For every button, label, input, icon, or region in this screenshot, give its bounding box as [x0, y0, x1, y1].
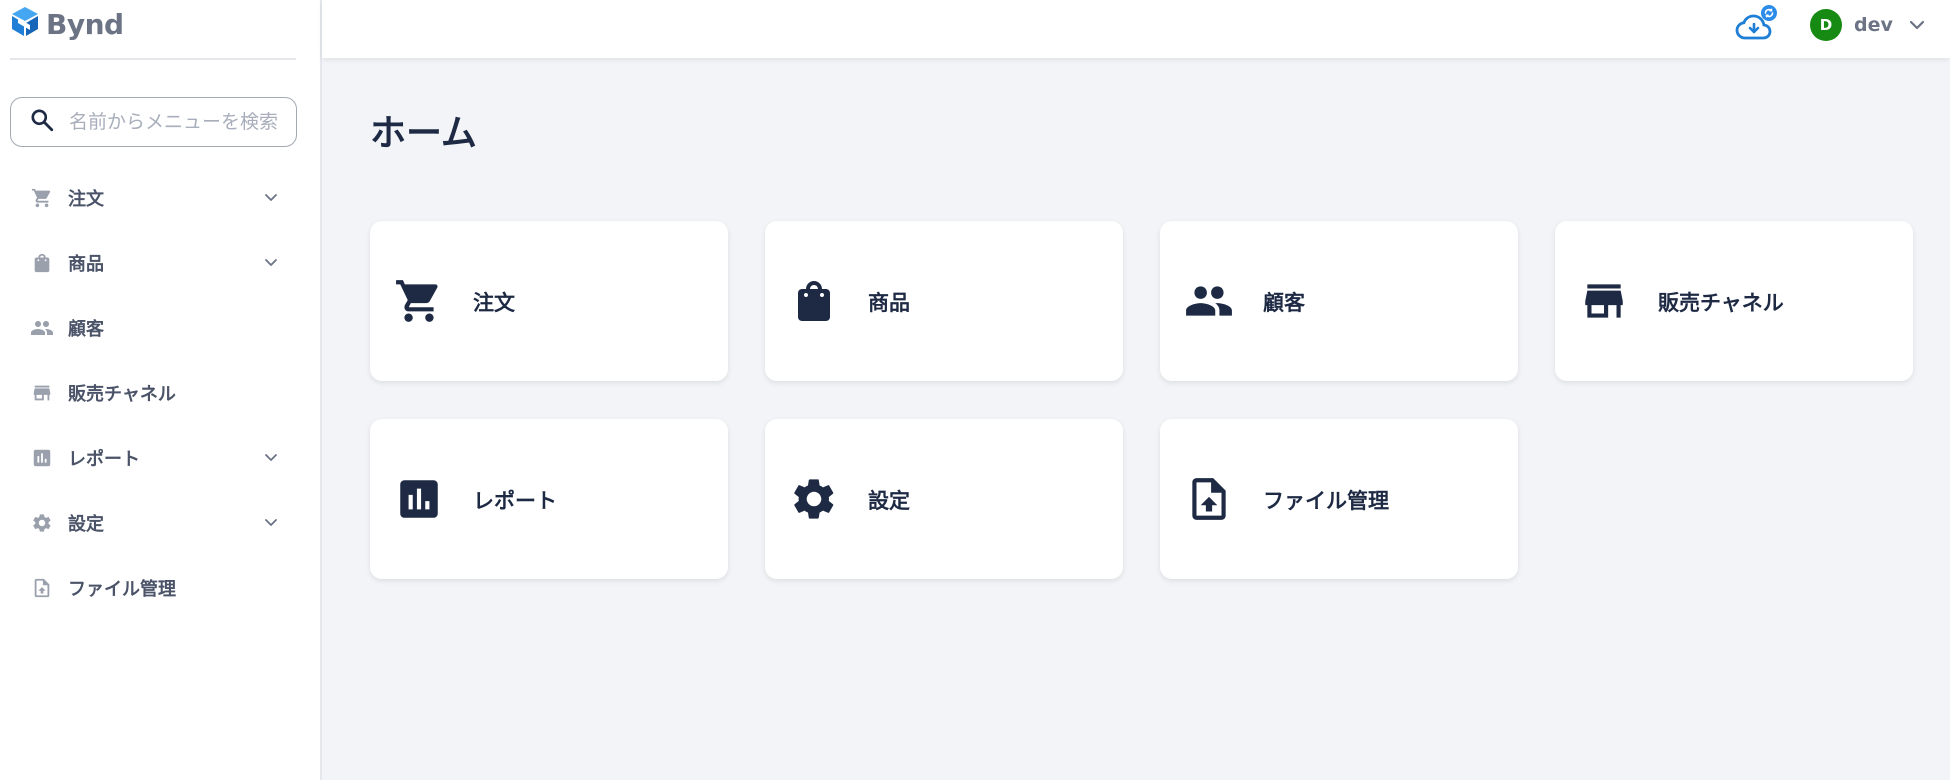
sidebar-item-label: レポート	[68, 448, 140, 470]
card-reports[interactable]: レポート	[370, 419, 728, 579]
card-settings[interactable]: 設定	[765, 419, 1123, 579]
sidebar-item-settings[interactable]: 設定	[0, 490, 320, 555]
sidebar-item-label: ファイル管理	[68, 578, 176, 600]
bynd-logo-icon	[10, 6, 40, 42]
shopping-bag-icon	[30, 251, 54, 275]
card-file-management[interactable]: ファイル管理	[1160, 419, 1518, 579]
bar-chart-icon	[30, 446, 54, 470]
chevron-down-icon	[259, 445, 283, 469]
bar-chart-icon	[394, 474, 444, 524]
file-upload-icon	[30, 576, 54, 600]
gear-icon	[30, 511, 54, 535]
sidebar-item-label: 商品	[68, 253, 104, 275]
sidebar-item-customers[interactable]: 顧客	[0, 295, 320, 360]
card-label: 商品	[868, 291, 910, 315]
sidebar-item-reports[interactable]: レポート	[0, 425, 320, 490]
card-label: 顧客	[1263, 291, 1305, 315]
card-customers[interactable]: 顧客	[1160, 221, 1518, 381]
search-icon	[29, 107, 55, 137]
card-sales-channels[interactable]: 販売チャネル	[1555, 221, 1913, 381]
card-label: 設定	[868, 489, 910, 513]
chevron-down-icon	[259, 185, 283, 209]
cloud-sync-icon[interactable]	[1734, 4, 1780, 50]
sidebar-item-label: 販売チャネル	[68, 383, 176, 405]
page-title: ホーム	[370, 113, 477, 154]
sidebar-item-products[interactable]: 商品	[0, 230, 320, 295]
chevron-down-icon	[259, 250, 283, 274]
people-icon	[1184, 276, 1234, 326]
sidebar-item-orders[interactable]: 注文	[0, 165, 320, 230]
storefront-icon	[30, 381, 54, 405]
card-label: レポート	[473, 489, 557, 513]
sidebar-nav: 注文 商品 顧客 販売チャネル レポート 設定 ファイル管理	[0, 165, 320, 620]
divider	[10, 58, 296, 60]
cart-icon	[394, 276, 444, 326]
sidebar-item-label: 顧客	[68, 318, 104, 340]
chevron-down-icon	[1905, 13, 1929, 37]
search-input[interactable]	[69, 111, 289, 133]
card-label: 注文	[473, 291, 515, 315]
chevron-down-icon	[259, 510, 283, 534]
sidebar-item-sales-channels[interactable]: 販売チャネル	[0, 360, 320, 425]
storefront-icon	[1579, 276, 1629, 326]
top-header: D dev	[322, 0, 1950, 58]
card-label: 販売チャネル	[1658, 291, 1784, 315]
sidebar-item-label: 設定	[68, 513, 104, 535]
card-orders[interactable]: 注文	[370, 221, 728, 381]
file-upload-icon	[1184, 474, 1234, 524]
brand-name: Bynd	[46, 7, 124, 41]
people-icon	[30, 316, 54, 340]
menu-search[interactable]	[10, 97, 297, 147]
sidebar-item-label: 注文	[68, 188, 104, 210]
avatar: D	[1810, 9, 1842, 41]
username: dev	[1854, 14, 1893, 36]
cart-icon	[30, 186, 54, 210]
sidebar: Bynd 注文 商品	[0, 0, 322, 780]
brand-logo[interactable]: Bynd	[10, 6, 124, 42]
card-label: ファイル管理	[1263, 489, 1389, 513]
sidebar-item-file-management[interactable]: ファイル管理	[0, 555, 320, 620]
gear-icon	[789, 474, 839, 524]
user-menu[interactable]: D dev	[1810, 8, 1929, 42]
shopping-bag-icon	[789, 276, 839, 326]
card-products[interactable]: 商品	[765, 221, 1123, 381]
